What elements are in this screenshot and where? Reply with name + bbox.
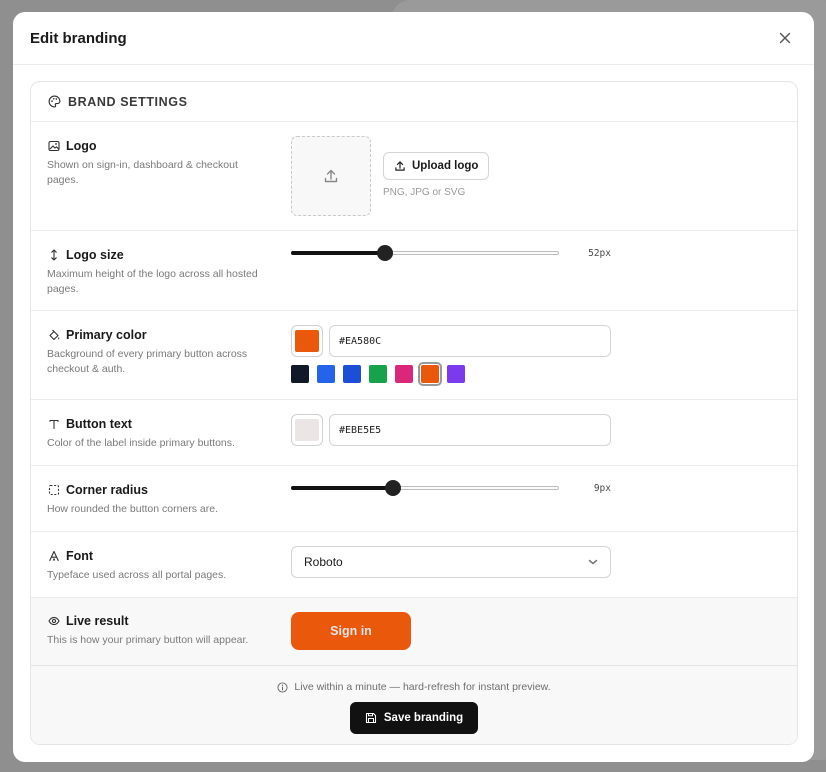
palette-icon: [48, 95, 61, 108]
color-preset-swatch[interactable]: [418, 362, 442, 386]
corner-radius-slider[interactable]: [291, 480, 559, 496]
live-result-row: Live result This is how your primary but…: [31, 598, 797, 665]
button-text-swatch[interactable]: [291, 414, 323, 446]
brand-settings-card: BRAND SETTINGS Logo Shown on sign-in, da…: [30, 81, 798, 745]
image-icon: [47, 140, 60, 153]
button-text-swatch-fill: [295, 419, 319, 441]
footer-note: Live within a minute — hard-refresh for …: [31, 681, 797, 693]
modal-title: Edit branding: [30, 29, 127, 47]
font-select[interactable]: Roboto: [291, 546, 611, 578]
button-text-description: Color of the label inside primary button…: [47, 437, 235, 449]
live-result-description: This is how your primary button will app…: [47, 634, 249, 646]
logo-row: Logo Shown on sign-in, dashboard & check…: [31, 122, 797, 231]
save-icon: [365, 712, 376, 724]
corner-radius-value: 9px: [593, 483, 611, 494]
color-preset-swatch[interactable]: [395, 365, 413, 383]
eye-icon: [47, 615, 60, 628]
slider-fill: [291, 486, 393, 490]
logo-title: Logo: [66, 139, 97, 153]
live-result-title: Live result: [66, 614, 129, 628]
primary-color-label: Primary color: [47, 328, 147, 342]
edit-branding-modal: Edit branding BRAND SETTINGS Logo Shown …: [13, 12, 814, 762]
color-preset-swatch[interactable]: [447, 365, 465, 383]
logo-size-label: Logo size: [47, 248, 124, 262]
slider-thumb[interactable]: [385, 480, 401, 496]
logo-size-description: Maximum height of the logo across all ho…: [47, 268, 258, 295]
upload-icon: [395, 161, 405, 171]
logo-size-row: Logo size Maximum height of the logo acr…: [31, 231, 797, 311]
font-description: Typeface used across all portal pages.: [47, 569, 227, 581]
logo-size-value: 52px: [588, 248, 611, 259]
font-row: Font Typeface used across all portal pag…: [31, 532, 797, 598]
color-preset-swatch[interactable]: [317, 365, 335, 383]
slider-thumb[interactable]: [377, 245, 393, 261]
modal-header: Edit branding: [13, 12, 814, 65]
corner-radius-description: How rounded the button corners are.: [47, 503, 219, 515]
font-label: Font: [47, 549, 93, 563]
live-result-label: Live result: [47, 614, 129, 628]
sign-in-preview-button[interactable]: Sign in: [291, 612, 411, 650]
slider-fill: [291, 251, 385, 255]
font-title: Font: [66, 549, 94, 563]
resize-vertical-icon: [47, 249, 60, 262]
chevron-down-icon: [588, 559, 598, 565]
text-icon: [47, 418, 60, 431]
font-select-value: Roboto: [304, 555, 343, 569]
primary-color-swatch[interactable]: [291, 325, 323, 357]
primary-color-description: Background of every primary button acros…: [47, 348, 248, 375]
paint-bucket-icon: [47, 329, 60, 342]
brand-settings-header: BRAND SETTINGS: [31, 82, 797, 122]
button-text-input[interactable]: #EBE5E5: [329, 414, 611, 446]
close-button[interactable]: [773, 26, 797, 50]
primary-color-swatch-fill: [295, 330, 319, 352]
corner-radius-title: Corner radius: [66, 483, 148, 497]
footer-note-text: Live within a minute — hard-refresh for …: [294, 681, 551, 693]
primary-color-row: Primary color Background of every primar…: [31, 311, 797, 400]
button-text-row: Button text Color of the label inside pr…: [31, 400, 797, 466]
logo-format-hint: PNG, JPG or SVG: [383, 187, 466, 198]
logo-description: Shown on sign-in, dashboard & checkout p…: [47, 159, 238, 186]
color-presets: [291, 362, 465, 386]
primary-color-title: Primary color: [66, 328, 147, 342]
color-preset-swatch[interactable]: [291, 365, 309, 383]
font-icon: [47, 550, 60, 563]
section-heading: BRAND SETTINGS: [68, 94, 188, 109]
button-text-label: Button text: [47, 417, 132, 431]
primary-color-input[interactable]: #EA580C: [329, 325, 611, 357]
color-preset-swatch[interactable]: [343, 365, 361, 383]
modal-footer: Live within a minute — hard-refresh for …: [31, 665, 797, 744]
dashed-square-icon: [47, 484, 60, 497]
upload-logo-label: Upload logo: [412, 160, 479, 172]
logo-label: Logo: [47, 139, 97, 153]
upload-logo-button[interactable]: Upload logo: [383, 152, 490, 180]
upload-icon: [324, 169, 338, 183]
save-branding-button[interactable]: Save branding: [350, 702, 478, 734]
logo-size-title: Logo size: [66, 248, 124, 262]
logo-dropzone[interactable]: [291, 136, 371, 216]
color-preset-swatch[interactable]: [369, 365, 387, 383]
corner-radius-row: Corner radius How rounded the button cor…: [31, 466, 797, 532]
button-text-title: Button text: [66, 417, 132, 431]
close-icon: [779, 32, 791, 44]
save-branding-label: Save branding: [383, 712, 464, 724]
corner-radius-label: Corner radius: [47, 483, 148, 497]
info-icon: [277, 681, 288, 693]
logo-size-slider[interactable]: [291, 245, 559, 261]
